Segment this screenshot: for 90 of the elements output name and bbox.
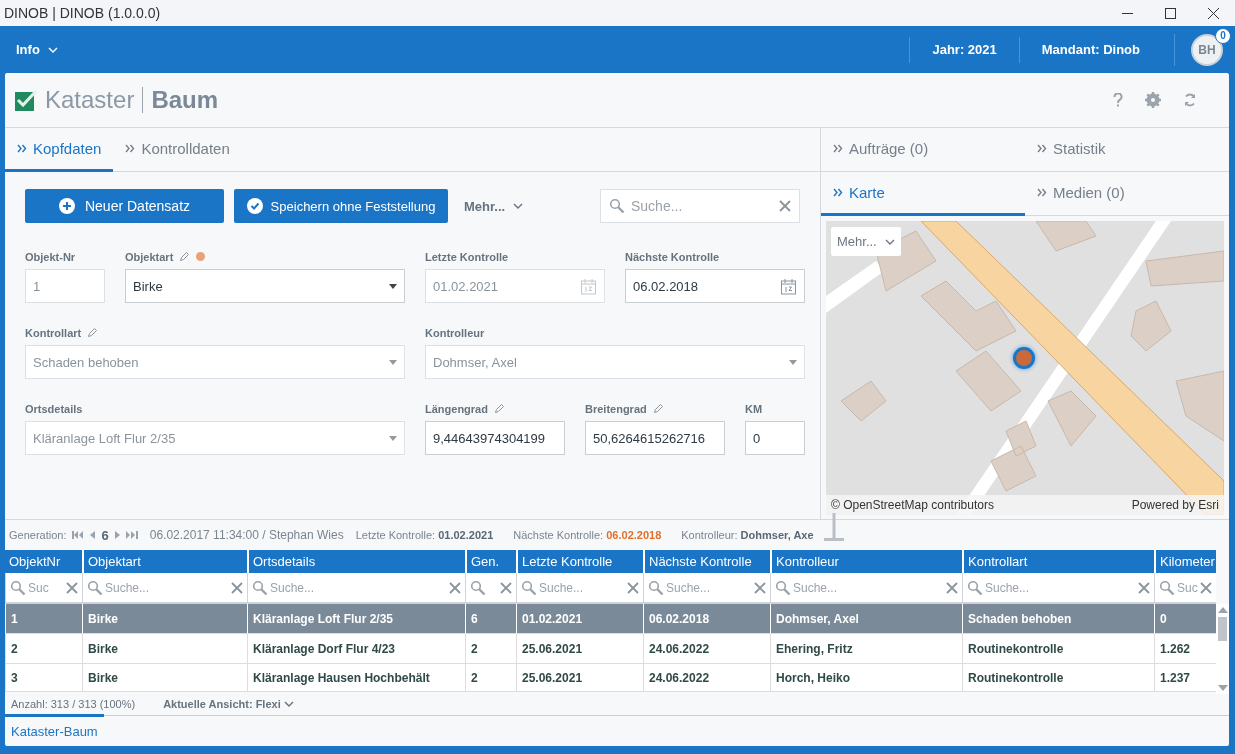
generation-label: Generation: — [9, 529, 67, 541]
date-value: 06.02.2018 — [633, 278, 700, 294]
page-subtitle: Baum — [142, 87, 219, 113]
generation-detail: Nächste Kontrolle: 06.02.2018 — [513, 529, 662, 541]
tab[interactable]: Kataster-Baum — [5, 714, 104, 746]
date-field[interactable]: 06.02.2018 — [625, 269, 805, 303]
more-menu[interactable]: Mehr... — [458, 198, 530, 214]
table-cell: Schaden behoben — [962, 604, 1154, 634]
table-cell: Dohmser, Axel — [770, 604, 962, 634]
filter-field[interactable]: Suche... — [771, 573, 962, 602]
column-header[interactable]: Kontrollart — [962, 550, 1154, 573]
table-cell: Kläranlage Dorf Flur 4/23 — [247, 634, 465, 664]
field-label: Nächste Kontrolle — [625, 250, 720, 263]
table-cell: 24.06.2022 — [643, 634, 770, 664]
table-cell: Routinekontrolle — [962, 664, 1154, 692]
filter-field[interactable]: Suc — [1155, 573, 1216, 602]
field-label: Längengrad — [425, 402, 488, 415]
table-cell: Birke — [82, 664, 247, 692]
table-cell: 25.06.2021 — [516, 664, 643, 692]
record-count: Anzahl: 313 / 313 (100%) — [11, 698, 136, 710]
table-cell: 1.237 — [1154, 664, 1216, 692]
page-title: Kataster — [45, 86, 135, 114]
filter-field[interactable]: Suc — [6, 573, 82, 602]
save-button[interactable]: Speichern ohne Feststellung — [234, 189, 448, 223]
filter-field[interactable]: Suche... — [517, 573, 643, 602]
table-cell: 25.06.2021 — [516, 634, 643, 664]
field-label: Letzte Kontrolle — [425, 250, 509, 263]
filter-field[interactable]: Suche... — [83, 573, 247, 602]
column-header[interactable]: ObjektNr — [5, 550, 82, 573]
tab[interactable]: Medien (0) — [1025, 172, 1229, 216]
table-cell: 3 — [5, 664, 82, 692]
field-label: Objektart — [125, 250, 174, 263]
year-label[interactable]: Jahr: 2021 — [932, 42, 997, 57]
date-value: 01.02.2021 — [433, 278, 500, 294]
window-title: DINOB | DINOB (1.0.0.0) — [4, 5, 162, 21]
table-cell: 1 — [5, 604, 82, 634]
search-field[interactable]: Suche... — [600, 189, 800, 223]
table-cell: Birke — [82, 634, 247, 664]
column-header[interactable]: Kontrolleur — [770, 550, 962, 573]
table-cell: Horch, Heiko — [770, 664, 962, 692]
tab[interactable]: Kopfdaten — [5, 128, 114, 172]
column-header[interactable]: Gen. — [465, 550, 516, 573]
field-label: Kontrollart — [25, 326, 82, 339]
table-cell: 1.262 — [1154, 634, 1216, 664]
column-header[interactable]: Kilometer — [1154, 550, 1216, 573]
generation-detail: Letzte Kontrolle: 01.02.2021 — [355, 529, 494, 541]
table-cell: 2 — [465, 664, 516, 692]
table-cell: Routinekontrolle — [962, 634, 1154, 664]
client-label[interactable]: Mandant: Dinob — [1041, 42, 1140, 57]
tab[interactable]: Aufträge (0) — [821, 128, 1025, 172]
generation-info: 06.02.2017 11:34:00 / Stephan Wies — [149, 528, 344, 542]
filter-field[interactable]: Suche... — [248, 573, 465, 602]
tab[interactable]: Kontrolldaten — [113, 128, 242, 172]
table-cell: Birke — [82, 604, 247, 634]
table-cell: Kläranlage Loft Flur 2/35 — [247, 604, 465, 634]
filter-field[interactable]: Suche... — [644, 573, 770, 602]
column-header[interactable]: Ortsdetails — [247, 550, 465, 573]
generation-number: 6 — [101, 527, 109, 543]
filter-field[interactable]: Suche... — [963, 573, 1154, 602]
table-cell: 6 — [465, 604, 516, 634]
field-label: Objekt-Nr — [25, 250, 76, 263]
input-field[interactable]: 9,44643974304199 — [425, 421, 565, 455]
view-selector[interactable]: Aktuelle Ansicht: Flexi — [157, 697, 300, 711]
input-field[interactable]: 50,6264615262716 — [585, 421, 725, 455]
generation-detail: Kontrolleur: Dohmser, Axe — [681, 529, 814, 541]
field-label: Ortsdetails — [25, 402, 83, 415]
input-field[interactable]: 0 — [745, 421, 805, 455]
table-cell: 01.02.2021 — [516, 604, 643, 634]
tab[interactable]: Statistik — [1025, 128, 1229, 172]
info-menu[interactable]: Info — [0, 42, 74, 57]
field-label: Breitengrad — [585, 402, 647, 415]
table-cell: 0 — [1154, 604, 1216, 634]
new-record-button[interactable]: Neuer Datensatz — [25, 189, 224, 223]
column-header[interactable]: Letzte Kontrolle — [516, 550, 643, 573]
map-credit: Powered by Esri — [1131, 498, 1219, 512]
field-label: Kontrolleur — [425, 326, 485, 339]
table-cell: 2 — [5, 634, 82, 664]
table-cell: Ehering, Fritz — [770, 634, 962, 664]
column-header[interactable]: Objektart — [82, 550, 247, 573]
table-cell: Kläranlage Hausen Hochbehält — [247, 664, 465, 692]
dropdown-field[interactable]: Birke — [125, 269, 405, 303]
table-cell: 2 — [465, 634, 516, 664]
table-cell: 06.02.2018 — [643, 604, 770, 634]
tab[interactable]: Karte — [821, 172, 1025, 216]
map-attribution: © OpenStreetMap contributors — [831, 498, 994, 512]
column-header[interactable]: Nächste Kontrolle — [643, 550, 770, 573]
table-cell: 24.06.2022 — [643, 664, 770, 692]
field-label: KM — [745, 402, 763, 415]
notification-badge: 0 — [1215, 27, 1231, 44]
map-more-menu[interactable]: Mehr... — [831, 227, 901, 256]
